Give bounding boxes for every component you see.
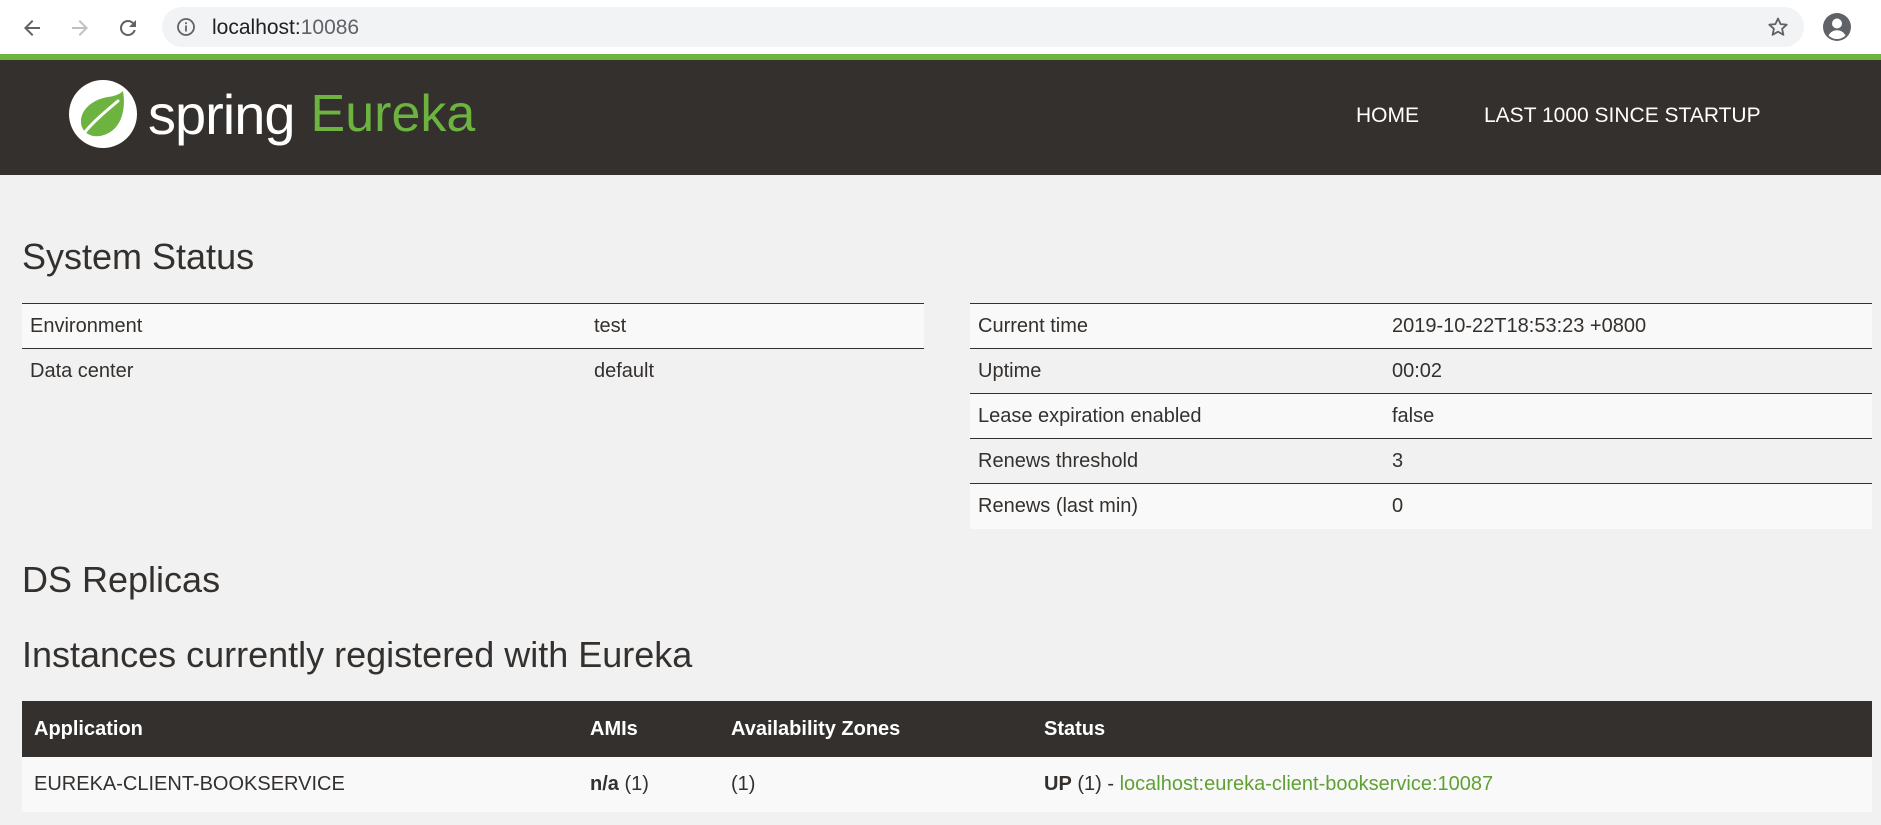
back-button[interactable] xyxy=(14,10,50,46)
instance-link[interactable]: localhost:eureka-client-bookservice:1008… xyxy=(1120,773,1494,795)
system-status-heading: System Status xyxy=(22,236,255,277)
status-value: 3 xyxy=(1384,438,1872,484)
info-icon[interactable] xyxy=(176,17,196,37)
column-header-availability-zones: Availability Zones xyxy=(719,701,1032,757)
browser-toolbar: localhost:10086 xyxy=(0,0,1881,54)
column-header-status: Status xyxy=(1032,701,1872,757)
table-row: Renews (last min) 0 xyxy=(970,483,1872,529)
nav-home-link[interactable]: HOME xyxy=(1356,104,1419,128)
table-row: EUREKA-CLIENT-BOOKSERVICE n/a (1) (1) UP… xyxy=(22,757,1872,812)
table-header-row: Application AMIs Availability Zones Stat… xyxy=(22,701,1872,757)
amis-cell: n/a (1) xyxy=(578,757,719,812)
table-row: Current time 2019-10-22T18:53:23 +0800 xyxy=(970,303,1872,349)
url-text[interactable]: localhost:10086 xyxy=(212,16,359,40)
system-status-left-table: Environment test Data center default xyxy=(22,303,924,394)
reload-icon xyxy=(119,19,136,36)
status-count: (1) - xyxy=(1077,773,1115,795)
logo-eureka-text: Eureka xyxy=(310,85,476,143)
logo-spring-text: spring xyxy=(148,82,296,146)
column-header-application: Application xyxy=(22,701,578,757)
column-header-amis: AMIs xyxy=(578,701,719,757)
forward-icon xyxy=(72,20,88,36)
table-row: Lease expiration enabled false xyxy=(970,393,1872,439)
status-cell: UP (1) - localhost:eureka-client-bookser… xyxy=(1032,757,1872,812)
url-port: 10086 xyxy=(300,16,360,39)
zones-cell: (1) xyxy=(719,757,1032,812)
instances-heading: Instances currently registered with Eure… xyxy=(22,634,693,675)
profile-icon[interactable] xyxy=(1822,12,1852,42)
table-row: Uptime 00:02 xyxy=(970,348,1872,394)
address-bar[interactable]: localhost:10086 xyxy=(162,7,1804,47)
star-icon[interactable] xyxy=(1766,15,1790,39)
status-value: 00:02 xyxy=(1384,348,1872,394)
nav-last-1000-link[interactable]: LAST 1000 SINCE STARTUP xyxy=(1484,104,1761,128)
site-header: spring Eureka HOME LAST 1000 SINCE START… xyxy=(0,60,1881,175)
table-row: Data center default xyxy=(22,348,924,394)
status-key: Uptime xyxy=(970,348,1384,394)
table-row: Renews threshold 3 xyxy=(970,438,1872,484)
table-row: Environment test xyxy=(22,303,924,349)
instances-table: Application AMIs Availability Zones Stat… xyxy=(22,701,1872,812)
status-value: false xyxy=(1384,393,1872,439)
amis-value: n/a xyxy=(590,773,619,795)
system-status-right-table: Current time 2019-10-22T18:53:23 +0800 U… xyxy=(970,303,1872,529)
amis-count: (1) xyxy=(624,773,649,795)
spring-leaf-icon xyxy=(69,80,137,148)
status-value: 2019-10-22T18:53:23 +0800 xyxy=(1384,303,1872,349)
url-host: localhost: xyxy=(212,16,301,39)
status-value: test xyxy=(586,303,924,349)
status-key: Lease expiration enabled xyxy=(970,393,1384,439)
reload-button[interactable] xyxy=(110,10,146,46)
spring-eureka-logo[interactable]: spring Eureka xyxy=(68,78,475,150)
application-cell: EUREKA-CLIENT-BOOKSERVICE xyxy=(22,757,578,812)
status-value: 0 xyxy=(1384,483,1872,529)
ds-replicas-heading: DS Replicas xyxy=(22,559,221,600)
status-key: Renews threshold xyxy=(970,438,1384,484)
status-key: Data center xyxy=(22,348,586,394)
status-key: Environment xyxy=(22,303,586,349)
status-key: Current time xyxy=(970,303,1384,349)
status-up: UP xyxy=(1044,773,1072,795)
status-value: default xyxy=(586,348,924,394)
forward-button[interactable] xyxy=(62,10,98,46)
status-key: Renews (last min) xyxy=(970,483,1384,529)
back-icon xyxy=(24,20,40,36)
